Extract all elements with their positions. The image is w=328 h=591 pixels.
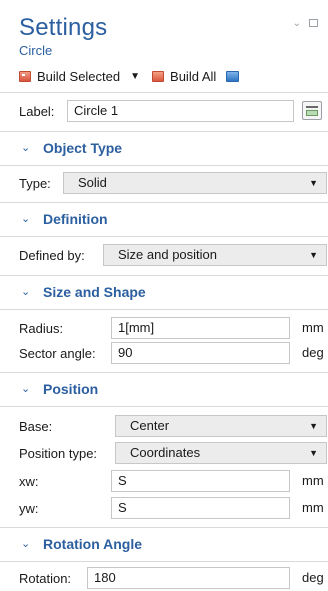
base-label: Base: (19, 418, 53, 434)
type-select[interactable]: Solid ▼ (63, 172, 327, 194)
toolbar: Build Selected ▼ Build All (19, 66, 251, 86)
position-type-select[interactable]: Coordinates ▼ (115, 442, 327, 464)
section-size-and-shape[interactable]: ⌄ Size and Shape (0, 275, 328, 309)
section-title: Object Type (43, 140, 123, 156)
xw-label: xw: (19, 473, 39, 489)
radius-label: Radius: (19, 320, 64, 336)
geometry-view-icon (226, 70, 240, 82)
chevron-down-icon: ⌄ (21, 142, 31, 154)
window-controls: ⌄ (293, 18, 318, 29)
defined-by-select-value: Size and position (118, 247, 218, 262)
label-options-icon-body (306, 110, 318, 116)
label-options-icon (306, 106, 318, 108)
section-title: Definition (43, 211, 108, 227)
build-all-label: Build All (170, 68, 217, 84)
divider (0, 92, 328, 93)
page-title: Settings (19, 14, 108, 41)
rotation-input[interactable]: 180 (87, 567, 290, 589)
xw-input[interactable]: S (111, 470, 290, 492)
build-selected-button[interactable]: Build Selected ▼ (19, 66, 140, 86)
yw-label: yw: (19, 500, 39, 516)
divider (0, 561, 328, 562)
sector-angle-label: Sector angle: (19, 345, 96, 361)
radius-input[interactable]: 1[mm] (111, 317, 290, 339)
section-title: Rotation Angle (43, 536, 143, 552)
yw-unit: mm (302, 500, 324, 515)
chevron-down-icon: ⌄ (21, 383, 31, 395)
geometry-view-button[interactable] (226, 66, 240, 86)
dropdown-arrow-icon: ▼ (309, 178, 318, 188)
section-object-type[interactable]: ⌄ Object Type (0, 131, 328, 165)
section-definition[interactable]: ⌄ Definition (0, 202, 328, 236)
type-label: Type: (19, 175, 51, 191)
divider (0, 406, 328, 407)
build-selected-icon (19, 70, 31, 82)
divider (0, 309, 328, 310)
defined-by-select[interactable]: Size and position ▼ (103, 244, 327, 266)
yw-input[interactable]: S (111, 497, 290, 519)
dropdown-arrow-icon: ▼ (309, 250, 318, 260)
defined-by-label: Defined by: (19, 247, 85, 263)
build-all-button[interactable]: Build All (152, 66, 216, 86)
section-position[interactable]: ⌄ Position (0, 372, 328, 406)
chevron-down-icon: ⌄ (21, 213, 31, 225)
rotation-label: Rotation: (19, 570, 72, 586)
restore-icon[interactable] (309, 19, 318, 27)
position-type-select-value: Coordinates (130, 445, 201, 460)
radius-unit: mm (302, 320, 324, 335)
base-select[interactable]: Center ▼ (115, 415, 327, 437)
dropdown-arrow-icon: ▼ (309, 448, 318, 458)
sector-angle-unit: deg (302, 345, 324, 360)
divider (0, 236, 328, 237)
node-subtitle: Circle (19, 43, 53, 58)
build-all-icon (152, 70, 165, 82)
section-title: Position (43, 381, 99, 397)
base-select-value: Center (130, 418, 170, 433)
section-rotation-angle[interactable]: ⌄ Rotation Angle (0, 527, 328, 561)
label-input[interactable]: Circle 1 (67, 100, 294, 122)
chevron-down-icon: ⌄ (21, 286, 31, 298)
divider (0, 165, 328, 166)
xw-unit: mm (302, 473, 324, 488)
label-options-button[interactable] (302, 101, 322, 120)
type-select-value: Solid (78, 175, 107, 190)
build-selected-dropdown-icon[interactable]: ▼ (130, 71, 140, 82)
sector-angle-input[interactable]: 90 (111, 342, 290, 364)
chevron-down-icon: ⌄ (21, 538, 31, 550)
label-field-label: Label: (19, 103, 55, 119)
dropdown-arrow-icon: ▼ (309, 421, 318, 431)
position-type-label: Position type: (19, 445, 98, 461)
build-selected-label: Build Selected (37, 68, 121, 84)
chevron-down-icon[interactable]: ⌄ (293, 18, 301, 29)
section-title: Size and Shape (43, 284, 146, 300)
rotation-unit: deg (302, 570, 324, 585)
